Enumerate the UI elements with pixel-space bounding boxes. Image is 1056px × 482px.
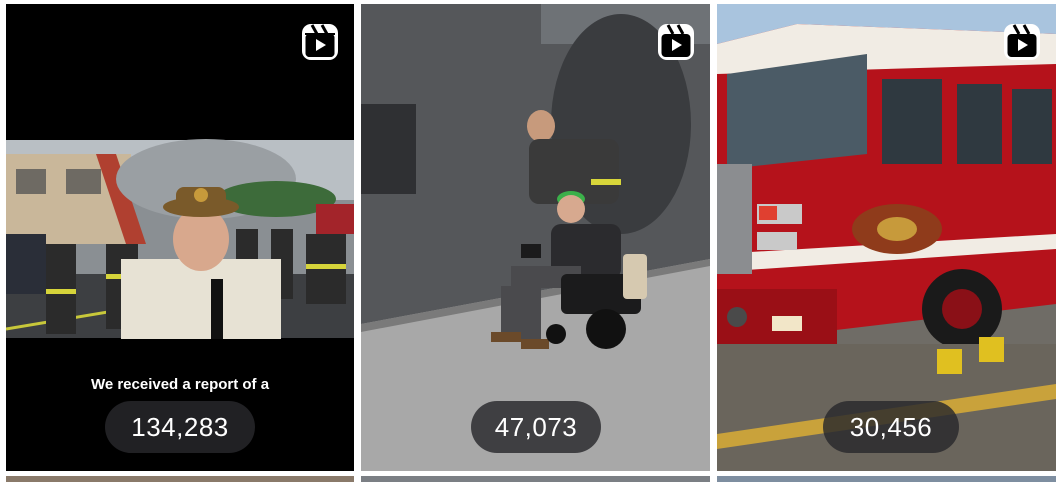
reels-grid: We received a report of a 134,283 47,073…: [0, 0, 1056, 482]
next-row-thumbnails: [6, 476, 1056, 482]
reel-tile-5[interactable]: [361, 476, 710, 482]
view-count-badge: 47,073: [471, 401, 601, 453]
reel-tile-4[interactable]: [6, 476, 354, 482]
reels-icon: [656, 22, 696, 62]
reel-tile-1[interactable]: We received a report of a 134,283: [6, 4, 354, 471]
reels-icon: [1002, 22, 1042, 62]
reel-tile-6[interactable]: [717, 476, 1056, 482]
reel-tile-3[interactable]: 30,456: [717, 4, 1056, 471]
reel-caption: We received a report of a: [90, 376, 270, 393]
view-count-badge: 30,456: [823, 401, 959, 453]
view-count-badge: 134,283: [105, 401, 255, 453]
reels-icon: [300, 22, 340, 62]
reel-tile-2[interactable]: 47,073: [361, 4, 710, 471]
